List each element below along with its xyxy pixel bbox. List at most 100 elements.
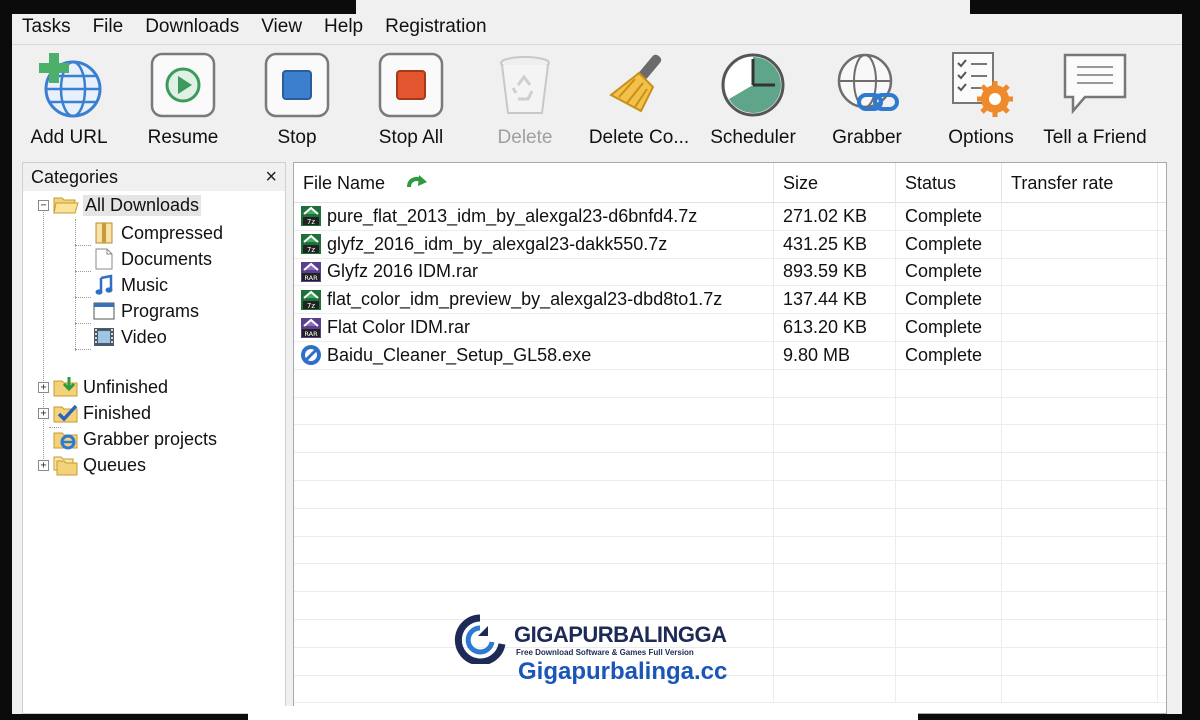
category-queues[interactable]: Queues <box>53 453 146 477</box>
svg-text:RAR: RAR <box>304 274 318 282</box>
menu-help[interactable]: Help <box>324 16 363 38</box>
close-icon[interactable]: × <box>265 166 277 189</box>
file-status: Complete <box>896 286 1002 314</box>
resume-button[interactable]: Resume <box>126 45 240 157</box>
tell-a-friend-button[interactable]: Tell a Friend <box>1038 45 1152 157</box>
menu-registration[interactable]: Registration <box>385 16 486 38</box>
7z-archive-icon: 7z <box>298 288 324 312</box>
svg-text:RAR: RAR <box>304 330 318 338</box>
expand-finished-toggle[interactable]: + <box>38 408 49 419</box>
stop-all-button[interactable]: Stop All <box>354 45 468 157</box>
scheduler-button[interactable]: Scheduler <box>696 45 810 157</box>
rar-archive-icon: RAR <box>298 260 324 284</box>
file-name: glyfz_2016_idm_by_alexgal23-dakk550.7z <box>327 233 668 254</box>
table-row[interactable]: RAR Glyfz 2016 IDM.rar 893.59 KB Complete <box>294 258 1166 287</box>
category-video[interactable]: Video <box>91 325 167 349</box>
column-status[interactable]: Status <box>896 163 1002 203</box>
stop-button[interactable]: Stop <box>240 45 354 157</box>
category-all-downloads[interactable]: All Downloads <box>53 193 202 217</box>
7z-archive-icon: 7z <box>298 232 324 256</box>
scheduler-label: Scheduler <box>710 127 796 148</box>
music-note-icon <box>91 274 117 296</box>
empty-row <box>294 425 1166 454</box>
transfer-rate <box>1002 286 1158 314</box>
file-size: 9.80 MB <box>774 341 896 369</box>
category-grabber-projects[interactable]: Grabber projects <box>53 427 217 451</box>
table-row[interactable]: RAR Flat Color IDM.rar 613.20 KB Complete <box>294 314 1166 342</box>
tree-line <box>75 219 76 351</box>
category-label: Queues <box>83 454 147 475</box>
file-status: Complete <box>896 203 1002 230</box>
toolbar: Add URL Resume Stop Stop All Delete Dele… <box>12 44 1182 160</box>
expand-queues-toggle[interactable]: + <box>38 460 49 471</box>
globe-link-icon <box>833 51 901 119</box>
category-label: Programs <box>121 300 200 321</box>
column-label: Status <box>905 172 957 193</box>
file-size: 613.20 KB <box>774 314 896 341</box>
add-url-label: Add URL <box>30 127 108 148</box>
file-status: Complete <box>896 258 1002 286</box>
category-unfinished[interactable]: Unfinished <box>53 375 168 399</box>
stop-all-label: Stop All <box>378 127 444 148</box>
list-header: File Name Size Status Transfer rate <box>294 163 1166 203</box>
transfer-rate <box>1002 258 1158 286</box>
file-size: 271.02 KB <box>774 203 896 230</box>
table-row[interactable]: Baidu_Cleaner_Setup_GL58.exe 9.80 MB Com… <box>294 341 1166 370</box>
folder-check-icon <box>53 402 79 424</box>
add-url-button[interactable]: Add URL <box>12 45 126 157</box>
column-file-name[interactable]: File Name <box>294 163 774 203</box>
film-icon <box>91 326 117 348</box>
options-label: Options <box>948 127 1014 148</box>
column-size[interactable]: Size <box>774 163 896 203</box>
delete-completed-button[interactable]: Delete Co... <box>582 45 696 157</box>
file-status: Complete <box>896 230 1002 258</box>
watermark: GIGAPURBALINGGA Free Download Software &… <box>452 612 762 692</box>
empty-row <box>294 508 1166 537</box>
idm-main-window: Tasks File Downloads View Help Registrat… <box>12 14 1182 714</box>
menu-tasks[interactable]: Tasks <box>22 16 71 38</box>
svg-text:7z: 7z <box>307 218 315 226</box>
options-button[interactable]: Options <box>924 45 1038 157</box>
add-url-globe-icon <box>35 51 103 119</box>
collapse-all-downloads-toggle[interactable]: − <box>38 200 49 211</box>
menu-file[interactable]: File <box>93 16 124 38</box>
grabber-button[interactable]: Grabber <box>810 45 924 157</box>
empty-row <box>294 536 1166 565</box>
expand-unfinished-toggle[interactable]: + <box>38 382 49 393</box>
file-name: Glyfz 2016 IDM.rar <box>327 261 479 282</box>
table-row[interactable]: 7z pure_flat_2013_idm_by_alexgal23-d6bnfd… <box>294 203 1166 231</box>
zip-file-icon <box>91 222 117 244</box>
folder-download-icon <box>53 376 79 398</box>
transfer-rate <box>1002 314 1158 341</box>
menu-view[interactable]: View <box>261 16 302 38</box>
delete-button[interactable]: Delete <box>468 45 582 157</box>
category-label: Grabber projects <box>83 428 218 449</box>
stop-label: Stop <box>277 127 317 148</box>
category-label: Unfinished <box>83 376 169 397</box>
categories-header: Categories × <box>23 163 285 191</box>
clock-icon <box>719 51 787 119</box>
table-row[interactable]: 7z glyfz_2016_idm_by_alexgal23-dakk550.7z… <box>294 230 1166 259</box>
empty-row <box>294 564 1166 593</box>
stop-icon <box>263 51 331 119</box>
category-programs[interactable]: Programs <box>91 299 199 323</box>
category-music[interactable]: Music <box>91 273 168 297</box>
column-transfer-rate[interactable]: Transfer rate <box>1002 163 1158 203</box>
frame-top-gap <box>356 0 970 14</box>
delete-completed-label: Delete Co... <box>588 127 690 148</box>
tree-line <box>75 245 91 246</box>
transfer-rate <box>1002 230 1158 258</box>
document-icon <box>91 248 117 270</box>
tree-line <box>43 205 44 465</box>
frame-top-left <box>0 0 356 14</box>
transfer-rate <box>1002 341 1158 369</box>
file-name: pure_flat_2013_idm_by_alexgal23-d6bnfd4.… <box>327 205 698 226</box>
category-label: Finished <box>83 402 152 423</box>
table-row[interactable]: 7z flat_color_idm_preview_by_alexgal23-db… <box>294 286 1166 315</box>
category-documents[interactable]: Documents <box>91 247 212 271</box>
menu-downloads[interactable]: Downloads <box>145 16 239 38</box>
checklist-gear-icon <box>947 51 1015 119</box>
category-label: Documents <box>121 248 213 269</box>
category-compressed[interactable]: Compressed <box>91 221 223 245</box>
category-finished[interactable]: Finished <box>53 401 151 425</box>
